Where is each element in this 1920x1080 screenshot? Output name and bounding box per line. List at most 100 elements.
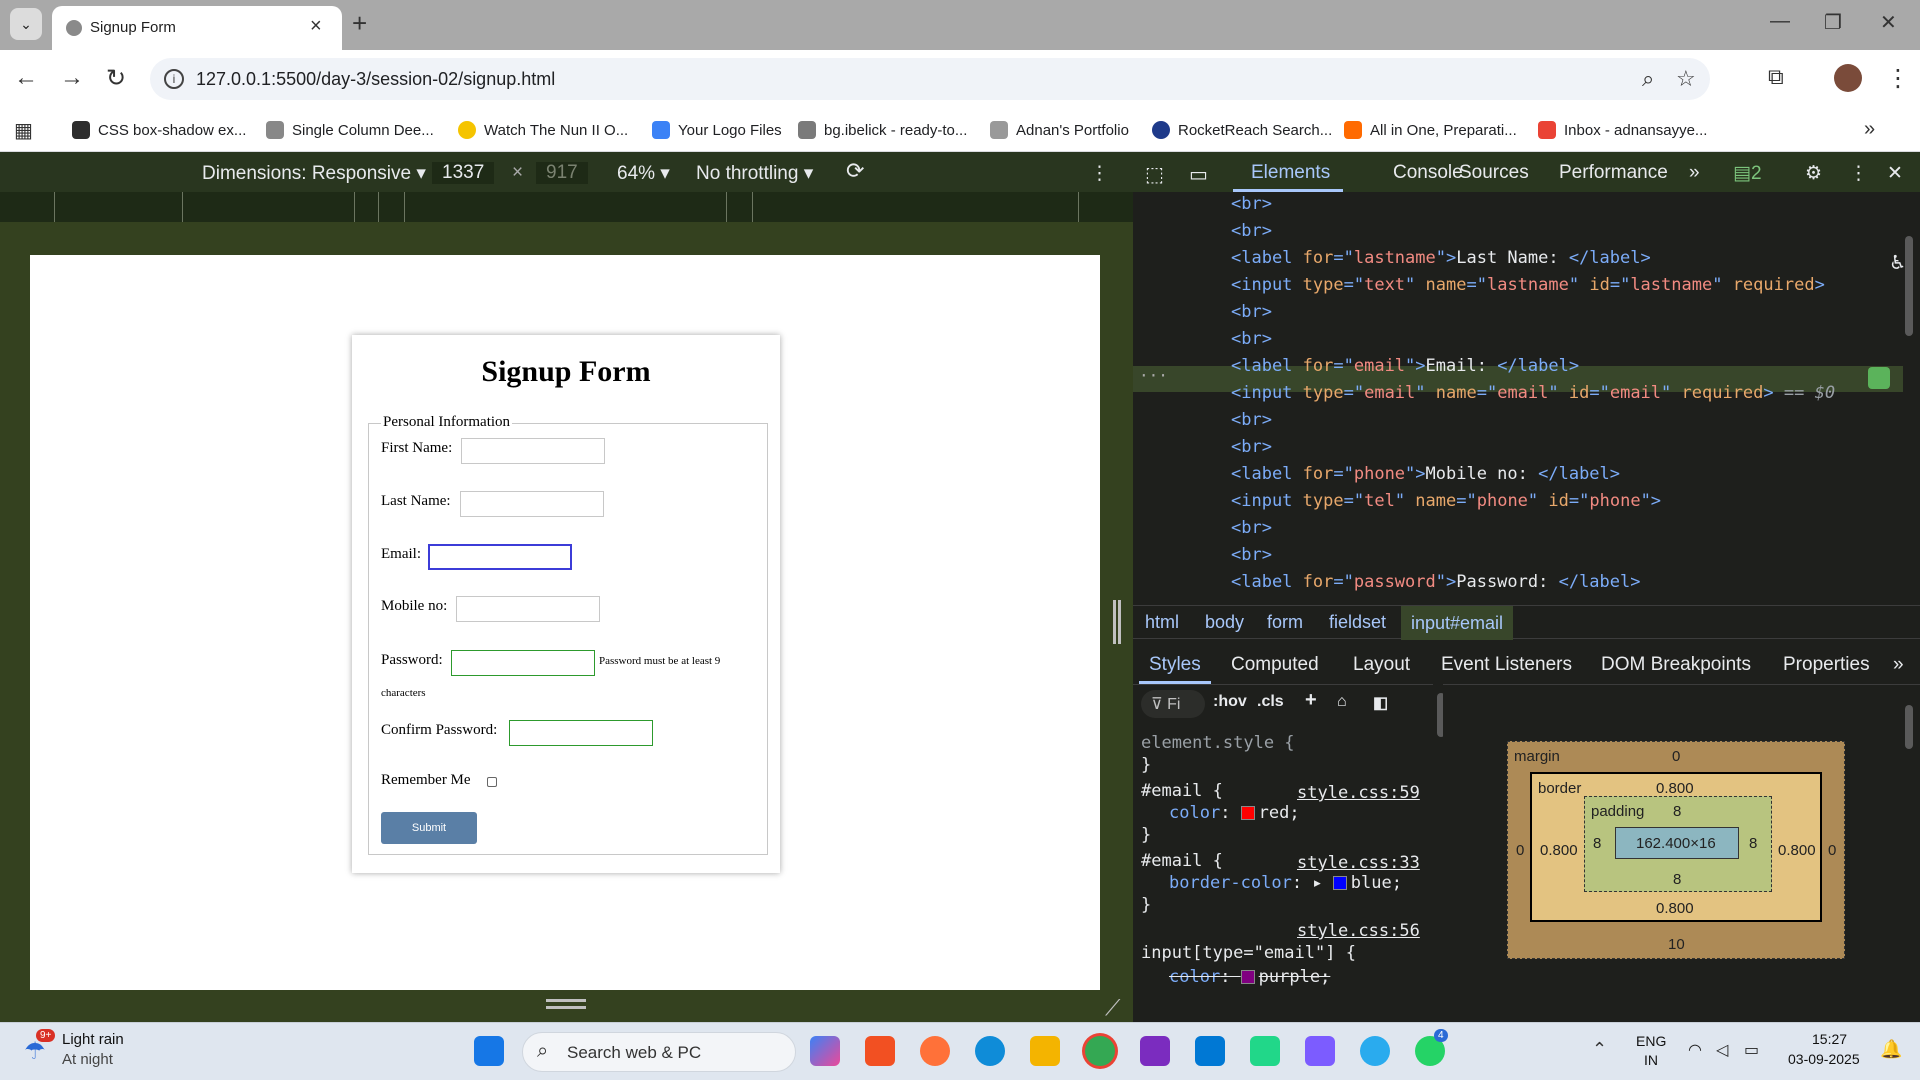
rule1-source-link[interactable]: style.css:59	[1297, 783, 1420, 803]
mobile-input[interactable]	[456, 596, 600, 622]
dom-line[interactable]: <br>	[1231, 221, 1272, 241]
rule3-declaration[interactable]: color: purple;	[1169, 967, 1330, 987]
dom-line[interactable]: <br>	[1231, 410, 1272, 430]
windows-start-icon[interactable]	[474, 1036, 504, 1066]
bookmark-item[interactable]: Adnan's Portfolio	[990, 116, 1129, 144]
devtools-more-icon[interactable]: ⋮	[1849, 162, 1868, 185]
bookmark-item[interactable]: bg.ibelick - ready-to...	[798, 116, 967, 144]
address-bar[interactable]: i 127.0.0.1:5500/day-3/session-02/signup…	[150, 58, 1710, 100]
new-tab-button[interactable]: +	[352, 8, 367, 39]
dom-line[interactable]: <br>	[1231, 302, 1272, 322]
bookmark-star-icon[interactable]: ☆	[1676, 66, 1696, 92]
extensions-icon[interactable]: ⧉	[1768, 64, 1784, 90]
cls-toggle[interactable]: .cls	[1257, 693, 1284, 711]
active-tab[interactable]: Signup Form ×	[52, 6, 342, 50]
tab-styles[interactable]: Styles	[1149, 654, 1201, 676]
battery-icon[interactable]: ▭	[1744, 1040, 1759, 1060]
rule1-declaration[interactable]: color: red;	[1169, 803, 1300, 823]
submit-button[interactable]: Submit	[381, 812, 477, 844]
crumb-fieldset[interactable]: fieldset	[1329, 612, 1386, 633]
wifi-icon[interactable]: ◠	[1688, 1040, 1702, 1060]
width-input[interactable]: 1337	[432, 162, 495, 184]
dom-line[interactable]: <br>	[1231, 437, 1272, 457]
more-subtabs-icon[interactable]: »	[1893, 654, 1904, 676]
remember-me-checkbox[interactable]	[487, 777, 497, 787]
dom-line[interactable]: <input type="email" name="email" id="ema…	[1231, 383, 1835, 403]
apps-grid-icon[interactable]: ▦	[14, 118, 33, 143]
url-text[interactable]: 127.0.0.1:5500/day-3/session-02/signup.h…	[196, 69, 555, 90]
more-bookmarks-icon[interactable]: »	[1864, 118, 1875, 141]
language-eng[interactable]: ENG	[1636, 1033, 1666, 1049]
close-tab-icon[interactable]: ×	[310, 15, 322, 38]
site-info-icon[interactable]: i	[164, 69, 184, 89]
side-resize-handle[interactable]	[1113, 600, 1121, 644]
bookmark-item[interactable]: RocketReach Search...	[1152, 116, 1332, 144]
restore-icon[interactable]: ❐	[1824, 10, 1842, 35]
copilot-icon[interactable]	[810, 1036, 840, 1066]
intellij-icon[interactable]	[1140, 1036, 1170, 1066]
rule3-source-link[interactable]: style.css:56	[1297, 921, 1420, 941]
email-input[interactable]	[428, 544, 572, 570]
confirm-password-input[interactable]	[509, 720, 653, 746]
tab-dom-breakpoints[interactable]: DOM Breakpoints	[1601, 654, 1751, 676]
minimize-icon[interactable]: —	[1770, 10, 1790, 33]
brave-icon[interactable]	[865, 1036, 895, 1066]
rule2-source-link[interactable]: style.css:33	[1297, 853, 1420, 873]
vscode-icon[interactable]	[1195, 1036, 1225, 1066]
device-more-icon[interactable]: ⋮	[1090, 162, 1109, 185]
dom-line[interactable]: <label for="password">Password: </label>	[1231, 572, 1640, 592]
chrome-icon[interactable]	[1085, 1036, 1115, 1066]
telegram-icon[interactable]	[1360, 1036, 1390, 1066]
crumb-form[interactable]: form	[1267, 612, 1303, 633]
back-icon[interactable]: ←	[14, 64, 38, 92]
vpn-icon[interactable]	[1305, 1036, 1335, 1066]
first-name-input[interactable]	[461, 438, 605, 464]
more-tabs-icon[interactable]: »	[1689, 162, 1700, 184]
dom-line[interactable]: <br>	[1231, 329, 1272, 349]
dom-line[interactable]: <input type="text" name="lastname" id="l…	[1231, 275, 1825, 295]
last-name-input[interactable]	[460, 491, 604, 517]
dom-line[interactable]: <input type="tel" name="phone" id="phone…	[1231, 491, 1661, 511]
tab-performance[interactable]: Performance	[1559, 162, 1668, 184]
rule2-declaration[interactable]: border-color: ▸ blue;	[1169, 873, 1402, 893]
tab-event-listeners[interactable]: Event Listeners	[1441, 654, 1572, 676]
rotate-icon[interactable]: ⟳	[846, 158, 864, 184]
styles-filter-input[interactable]: ⊽ Fi	[1141, 690, 1205, 718]
issues-badge[interactable]: ▤2	[1733, 162, 1762, 185]
dom-line[interactable]: <br>	[1231, 194, 1272, 214]
taskbar-search[interactable]: ⌕ Search web & PC	[522, 1032, 796, 1072]
accessibility-icon[interactable]: ♿	[1891, 250, 1904, 275]
forward-icon[interactable]: →	[60, 64, 84, 92]
firefox-icon[interactable]	[920, 1036, 950, 1066]
node-actions-icon[interactable]: ···	[1139, 366, 1168, 385]
tab-properties[interactable]: Properties	[1783, 654, 1870, 676]
inspect-element-icon[interactable]: ⬚	[1145, 162, 1164, 187]
corner-resize-icon[interactable]: ⟋	[1105, 995, 1120, 1021]
close-window-icon[interactable]: ✕	[1880, 10, 1897, 35]
bookmark-item[interactable]: Watch The Nun II O...	[458, 116, 628, 144]
crumb-input-email[interactable]: input#email	[1401, 606, 1514, 640]
password-input[interactable]	[451, 650, 595, 676]
tab-elements[interactable]: Elements	[1251, 162, 1330, 184]
bookmark-item[interactable]: CSS box-shadow ex...	[72, 116, 246, 144]
dom-line[interactable]: <br>	[1231, 518, 1272, 538]
close-devtools-icon[interactable]: ✕	[1887, 162, 1903, 185]
box-model-scrollbar[interactable]	[1905, 705, 1913, 749]
profile-avatar[interactable]	[1834, 64, 1862, 92]
bookmark-item[interactable]: Your Logo Files	[652, 116, 782, 144]
throttling-select[interactable]: No throttling ▾	[696, 162, 813, 185]
reload-icon[interactable]: ↻	[106, 64, 126, 93]
new-rule-icon[interactable]: +	[1305, 689, 1317, 712]
dom-line[interactable]: <label for="phone">Mobile no: </label>	[1231, 464, 1620, 484]
tab-search-button[interactable]: ⌄	[10, 8, 42, 40]
color-swatch[interactable]	[1332, 876, 1347, 890]
notifications-bell-icon[interactable]: 🔔	[1880, 1039, 1902, 1060]
bottom-resize-handle[interactable]	[546, 999, 586, 1009]
tab-layout[interactable]: Layout	[1353, 654, 1410, 676]
edge-icon[interactable]	[975, 1036, 1005, 1066]
crumb-html[interactable]: html	[1145, 612, 1179, 633]
bookmark-item[interactable]: All in One, Preparati...	[1344, 116, 1517, 144]
dom-line[interactable]: <label for="lastname">Last Name: </label…	[1231, 248, 1651, 268]
device-toggle-icon[interactable]: ▭	[1189, 162, 1208, 187]
clock-time[interactable]: 15:27	[1812, 1031, 1847, 1047]
